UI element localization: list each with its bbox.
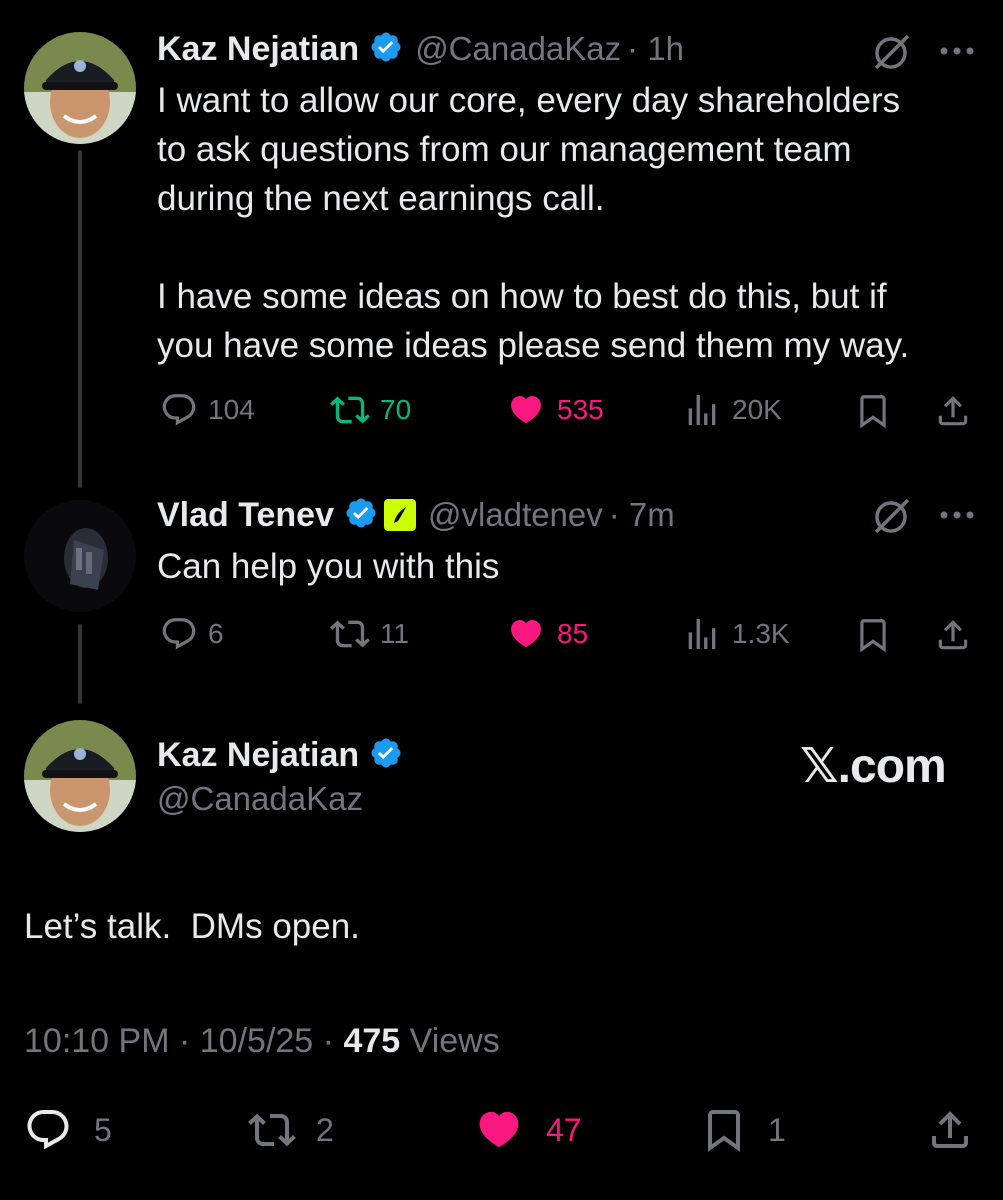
thread-line-2 — [78, 624, 82, 704]
views-button[interactable]: 20K — [682, 390, 782, 430]
bookmark-count: 1 — [768, 1111, 786, 1148]
tweet1-text: I want to allow our core, every day shar… — [157, 76, 997, 370]
tweet1-header: Kaz Nejatian @CanadaKaz · 1h — [157, 24, 684, 74]
text-line: I have some ideas on how to best do this… — [157, 277, 887, 316]
like-count: 47 — [546, 1111, 582, 1148]
main-name-row: Kaz Nejatian — [157, 730, 403, 780]
bookmark-icon — [708, 1110, 740, 1152]
views-count: 1.3K — [732, 618, 790, 649]
reply-count: 104 — [208, 394, 255, 425]
views-count: 20K — [732, 394, 782, 425]
views-label: Views — [409, 1022, 500, 1060]
views-button[interactable]: 1.3K — [682, 614, 790, 654]
bookmark-icon[interactable] — [854, 616, 892, 659]
bookmark-icon[interactable] — [854, 392, 892, 435]
bookmark-button[interactable]: 1 — [700, 1106, 786, 1154]
heart-icon — [511, 620, 541, 648]
retweet-icon — [330, 396, 370, 424]
thread-line-1 — [78, 150, 82, 488]
avatar-kaz-main[interactable] — [24, 720, 136, 832]
text-line: you have some ideas please send them my … — [157, 326, 910, 365]
brand-logo: 𝕏.com — [800, 740, 947, 793]
retweet-button[interactable]: 11 — [330, 614, 409, 654]
reply-count: 6 — [208, 618, 224, 649]
verified-icon — [344, 496, 378, 535]
separator: · — [178, 1022, 191, 1060]
avatar-vlad[interactable] — [24, 500, 136, 612]
retweet-icon — [248, 1113, 296, 1147]
retweet-button[interactable]: 2 — [246, 1106, 334, 1154]
author-name[interactable]: Kaz Nejatian — [157, 736, 359, 775]
meta-line: 10:10 PM · 10/5/25 · 475 Views — [24, 1022, 500, 1061]
author-handle[interactable]: @CanadaKaz — [415, 30, 621, 68]
more-icon[interactable] — [938, 508, 976, 527]
affiliate-badge-icon[interactable] — [384, 499, 416, 531]
views-count: 475 — [343, 1022, 401, 1060]
share-icon[interactable] — [934, 392, 972, 435]
views-icon — [688, 395, 716, 425]
author-name[interactable]: Kaz Nejatian — [157, 30, 359, 69]
grok-icon[interactable] — [870, 496, 912, 543]
reply-icon — [27, 1110, 69, 1150]
reply-button[interactable]: 104 — [160, 390, 255, 430]
share-icon[interactable] — [926, 1106, 974, 1159]
author-name[interactable]: Vlad Tenev — [157, 496, 334, 535]
tweet2-header: Vlad Tenev @vladtenev · 7m — [157, 490, 675, 540]
verified-icon — [369, 736, 403, 775]
views-icon — [688, 619, 716, 649]
retweet-count: 2 — [316, 1111, 334, 1148]
text-line: during the next earnings call. — [157, 179, 605, 218]
reply-icon — [162, 618, 196, 650]
retweet-count: 11 — [380, 618, 410, 649]
tweet-time[interactable]: 10:10 PM — [24, 1022, 170, 1060]
grok-icon[interactable] — [870, 32, 912, 79]
reply-count: 5 — [94, 1111, 112, 1148]
main-tweet-text: Let’s talk. DMs open. — [24, 907, 360, 946]
share-icon[interactable] — [934, 616, 972, 659]
like-button[interactable]: 47 — [470, 1104, 582, 1156]
like-count: 535 — [557, 394, 604, 425]
more-icon[interactable] — [938, 44, 976, 63]
timestamp[interactable]: · 7m — [609, 496, 675, 534]
like-count: 85 — [557, 618, 589, 649]
reply-button[interactable]: 6 — [160, 614, 224, 654]
tweet-date[interactable]: 10/5/25 — [200, 1022, 313, 1060]
timestamp[interactable]: · 1h — [627, 30, 684, 68]
heart-icon — [479, 1111, 519, 1148]
avatar-kaz-top[interactable] — [24, 32, 136, 144]
reply-button[interactable]: 5 — [24, 1106, 112, 1154]
text-line: I want to allow our core, every day shar… — [157, 81, 901, 120]
text-line-blank — [157, 223, 997, 272]
tweet2-text: Can help you with this — [157, 547, 500, 586]
like-button[interactable]: 535 — [505, 390, 604, 430]
retweet-icon — [330, 620, 370, 648]
heart-icon — [511, 396, 541, 424]
author-handle[interactable]: @vladtenev — [428, 496, 603, 534]
retweet-count: 70 — [380, 394, 412, 425]
reply-icon — [162, 394, 196, 426]
verified-icon — [369, 30, 403, 69]
author-handle[interactable]: @CanadaKaz — [157, 780, 363, 818]
text-line: to ask questions from our management tea… — [157, 130, 852, 169]
like-button[interactable]: 85 — [505, 614, 588, 654]
retweet-button[interactable]: 70 — [330, 390, 411, 430]
separator: · — [322, 1022, 334, 1060]
